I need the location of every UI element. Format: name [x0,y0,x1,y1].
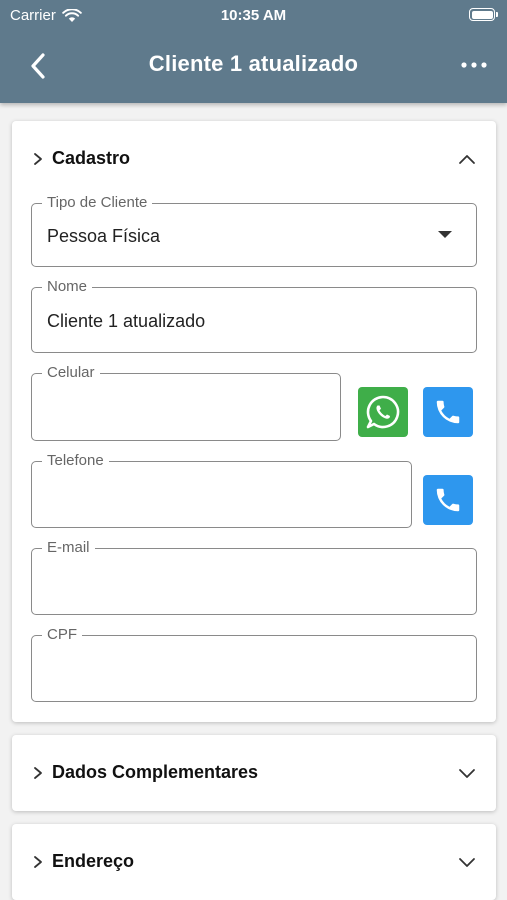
whatsapp-icon [366,395,400,429]
status-time: 10:35 AM [220,7,287,24]
status-bar: Carrier 10:35 AM [0,0,507,30]
nome-field[interactable]: Nome Cliente 1 atualizado [31,278,477,353]
app-header: Carrier 10:35 AM Cliente 1 atualizado [0,0,507,103]
dropdown-arrow-icon [438,231,452,238]
cpf-field[interactable]: CPF [31,626,477,702]
chevron-right-icon [34,153,42,165]
celular-label: Celular [42,364,100,382]
section-dados-complementares: Dados Complementares [12,735,496,811]
cpf-label: CPF [42,626,82,644]
tipo-cliente-value: Pessoa Física [47,226,161,246]
email-field[interactable]: E-mail [31,539,477,615]
phone-icon [436,488,460,512]
navigation-bar: Cliente 1 atualizado [0,30,507,103]
telefone-field[interactable]: Telefone [31,452,412,528]
section-dados-complementares-label: Dados Complementares [52,762,259,782]
nome-value: Cliente 1 atualizado [47,311,206,331]
tipo-cliente-select[interactable]: Tipo de Cliente Pessoa Física [31,194,477,267]
celular-call-button[interactable] [423,387,473,437]
chevron-up-icon [459,155,475,164]
celular-field[interactable]: Celular [31,364,341,441]
email-label: E-mail [42,539,95,557]
telefone-label: Telefone [42,452,109,470]
nome-label: Nome [42,278,93,296]
phone-icon [436,400,460,424]
chevron-down-icon [459,769,475,778]
section-endereco-header[interactable]: Endereço [12,824,496,900]
chevron-down-icon [459,858,475,867]
section-cadastro-header[interactable]: Cadastro [12,121,496,197]
chevron-right-icon [34,767,42,779]
more-options-button[interactable] [459,52,489,78]
section-endereco: Endereço [12,824,496,900]
page-title: Cliente 1 atualizado [148,51,359,76]
section-cadastro: Cadastro Tipo de Cliente Pessoa Física N… [12,121,496,722]
tipo-cliente-label: Tipo de Cliente [42,194,153,212]
section-endereco-label: Endereço [52,851,135,871]
whatsapp-button[interactable] [358,387,408,437]
chevron-right-icon [34,856,42,868]
telefone-call-button[interactable] [423,475,473,525]
section-dados-complementares-header[interactable]: Dados Complementares [12,735,496,811]
more-dots-icon [461,62,487,68]
section-cadastro-label: Cadastro [52,148,131,168]
battery-icon [469,8,498,21]
